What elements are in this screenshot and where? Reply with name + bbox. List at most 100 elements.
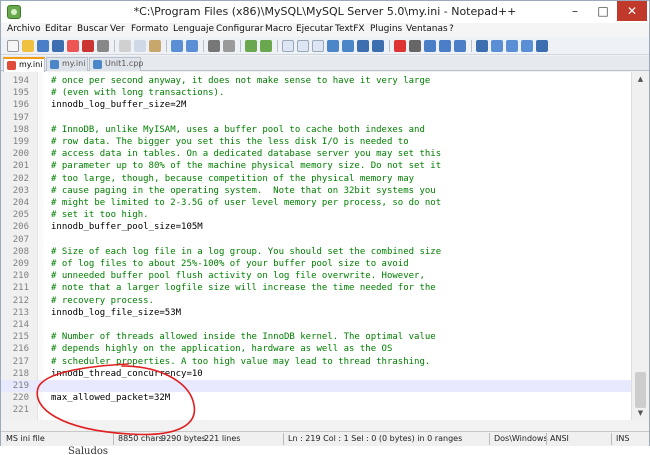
scrollbar-thumb[interactable] <box>635 372 646 408</box>
tab-my-ini-active[interactable]: my.ini <box>3 57 45 72</box>
code-text: # cause paging in the operating system. … <box>51 185 436 196</box>
sync-scroll-icon[interactable] <box>282 40 294 52</box>
tab-label: Unit1.cpp <box>105 59 144 68</box>
redo-icon[interactable] <box>186 40 198 52</box>
code-line[interactable]: 217 # scheduler properties. A too high va… <box>1 356 631 368</box>
record-macro-icon[interactable] <box>394 40 406 52</box>
status-separator <box>283 433 284 445</box>
vertical-scrollbar[interactable]: ▲ ▼ <box>631 72 649 420</box>
menu-formato[interactable]: Formato <box>131 24 168 34</box>
move-up-icon[interactable] <box>491 40 503 52</box>
code-line[interactable]: 208 # Size of each log file in a log grou… <box>1 246 631 258</box>
menu-ventanas[interactable]: Ventanas <box>406 24 448 34</box>
menu-configurar[interactable]: Configurar <box>216 24 264 34</box>
editor-area[interactable]: 194 # once per second anyway, it does not… <box>1 72 649 420</box>
code-line[interactable]: 206 innodb_buffer_pool_size=105M <box>1 221 631 233</box>
code-line[interactable]: 215 # Number of threads allowed inside th… <box>1 331 631 343</box>
minimize-button[interactable]: – <box>561 1 589 21</box>
code-line[interactable]: 194 # once per second anyway, it does not… <box>1 75 631 87</box>
code-line[interactable]: 216 # depends highly on the application, … <box>1 343 631 355</box>
scroll-up-icon[interactable]: ▲ <box>632 72 649 86</box>
code-line[interactable]: 201 # parameter up to 80% of the machine … <box>1 160 631 172</box>
code-line[interactable]: 200 # access data in tables. On a dedicat… <box>1 148 631 160</box>
close-file-icon[interactable] <box>67 40 79 52</box>
code-line[interactable]: 204 # might be limited to 2-3.5G of user … <box>1 197 631 209</box>
menu-ver[interactable]: Ver <box>110 24 125 34</box>
close-button[interactable]: ✕ <box>617 1 647 21</box>
function-list-icon[interactable] <box>372 40 384 52</box>
save-macro-icon[interactable] <box>454 40 466 52</box>
menu-textfx[interactable]: TextFX <box>335 24 365 34</box>
code-line[interactable]: 203 # cause paging in the operating syste… <box>1 185 631 197</box>
tab-my-ini[interactable]: my.ini <box>46 57 88 71</box>
code-line[interactable]: 209 # of log files to about 25%-100% of y… <box>1 258 631 270</box>
code-line[interactable]: 199 # row data. The bigger you set this t… <box>1 136 631 148</box>
code-line[interactable]: 220 max_allowed_packet=32M <box>1 392 631 404</box>
menu-help[interactable]: ? <box>449 24 454 34</box>
line-number: 220 <box>12 393 29 404</box>
show-all-chars-icon[interactable] <box>312 40 324 52</box>
line-number: 217 <box>12 356 29 367</box>
new-file-icon[interactable] <box>7 40 19 52</box>
code-line[interactable]: 221 <box>1 404 631 416</box>
close-all-icon[interactable] <box>82 40 94 52</box>
print-icon[interactable] <box>97 40 109 52</box>
code-line[interactable]: 205 # set it too high. <box>1 209 631 221</box>
code-line[interactable]: 212 # recovery process. <box>1 295 631 307</box>
toolbar-separator <box>471 40 472 52</box>
menu-editar[interactable]: Editar <box>45 24 72 34</box>
status-lines: 221 lines <box>204 434 241 443</box>
sort-icon[interactable] <box>521 40 533 52</box>
indent-guide-icon[interactable] <box>342 40 354 52</box>
run-macro-multiple-icon[interactable] <box>439 40 451 52</box>
menu-archivo[interactable]: Archivo <box>7 24 41 34</box>
tab-unit1-cpp[interactable]: Unit1.cpp <box>89 57 144 71</box>
code-line[interactable]: 211 # note that a larger logfile size wil… <box>1 282 631 294</box>
menu-plugins[interactable]: Plugins <box>370 24 402 34</box>
menu-buscar[interactable]: Buscar <box>77 24 108 34</box>
code-line[interactable]: 198 # InnoDB, unlike MyISAM, uses a buffe… <box>1 124 631 136</box>
extra-tool-icon[interactable] <box>536 40 548 52</box>
paste-icon[interactable] <box>149 40 161 52</box>
code-text: # once per second anyway, it does not ma… <box>51 76 431 86</box>
code-line[interactable]: 218 innodb_thread_concurrency=10 <box>1 368 631 380</box>
saved-file-icon <box>93 60 102 69</box>
code-text: # parameter up to 80% of the machine phy… <box>51 161 442 172</box>
code-line[interactable]: 202 # too large, though, because competit… <box>1 173 631 185</box>
code-line[interactable]: 197 <box>1 112 631 124</box>
menu-macro[interactable]: Macro <box>265 24 292 34</box>
undo-icon[interactable] <box>171 40 183 52</box>
stop-macro-icon[interactable] <box>409 40 421 52</box>
find-icon[interactable] <box>208 40 220 52</box>
menu-lenguaje[interactable]: Lenguaje <box>173 24 214 34</box>
move-down-icon[interactable] <box>506 40 518 52</box>
replace-icon[interactable] <box>223 40 235 52</box>
open-file-icon[interactable] <box>22 40 34 52</box>
zoom-in-icon[interactable] <box>245 40 257 52</box>
code-line[interactable]: 219 <box>1 380 631 392</box>
save-all-icon[interactable] <box>52 40 64 52</box>
code-line[interactable]: 214 <box>1 319 631 331</box>
scroll-down-icon[interactable]: ▼ <box>632 406 649 420</box>
copy-icon[interactable] <box>134 40 146 52</box>
maximize-button[interactable]: □ <box>589 1 617 21</box>
code-line[interactable]: 213 innodb_log_file_size=53M <box>1 307 631 319</box>
zoom-out-icon[interactable] <box>260 40 272 52</box>
code-text: # Number of threads allowed inside the I… <box>51 332 436 343</box>
doc-map-icon[interactable] <box>357 40 369 52</box>
title-bar[interactable]: *C:\Program Files (x86)\MySQL\MySQL Serv… <box>1 1 649 23</box>
cut-icon[interactable] <box>119 40 131 52</box>
line-number: 197 <box>12 112 29 123</box>
code-line[interactable]: 196 innodb_log_buffer_size=2M <box>1 99 631 111</box>
word-wrap-icon[interactable] <box>297 40 309 52</box>
pilcrow-icon[interactable] <box>327 40 339 52</box>
code-line[interactable]: 207 <box>1 234 631 246</box>
textfx-icon[interactable] <box>476 40 488 52</box>
save-icon[interactable] <box>37 40 49 52</box>
code-line[interactable]: 210 # unneeded buffer pool flush activity… <box>1 270 631 282</box>
code-line[interactable]: 195 # (even with long transactions). <box>1 87 631 99</box>
line-number: 216 <box>12 344 29 355</box>
menu-ejecutar[interactable]: Ejecutar <box>296 24 333 34</box>
play-macro-icon[interactable] <box>424 40 436 52</box>
line-number: 202 <box>12 173 29 184</box>
